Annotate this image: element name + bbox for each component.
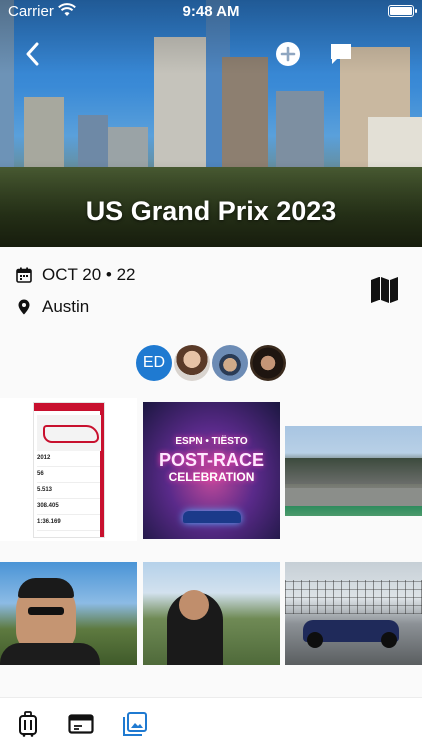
photo-text: CELEBRATION	[168, 470, 255, 484]
photo-stat: 5.513	[37, 487, 101, 499]
chat-button[interactable]	[325, 38, 357, 70]
photo-stat: 308.405	[37, 503, 101, 515]
location-row: Austin	[16, 297, 89, 317]
avatar[interactable]	[174, 345, 210, 381]
location-pin-icon	[16, 299, 32, 315]
trip-title: US Grand Prix 2023	[85, 196, 337, 226]
battery-icon	[388, 5, 414, 17]
avatar[interactable]: ED	[136, 345, 172, 381]
add-button[interactable]	[272, 38, 304, 70]
photo-stat: 2012	[37, 455, 101, 467]
back-button[interactable]	[16, 38, 48, 70]
avatar-initials: ED	[142, 354, 166, 371]
map-button[interactable]	[370, 276, 400, 304]
chevron-left-icon	[26, 42, 39, 66]
photo-stat: 1:36.169	[37, 519, 101, 531]
clock: 9:48 AM	[182, 3, 240, 20]
tab-photos[interactable]	[121, 710, 149, 738]
photo-thumbnail[interactable]	[143, 562, 280, 665]
photo-thumbnail[interactable]	[0, 562, 137, 665]
chat-bubble-icon	[331, 44, 351, 64]
trip-dates: OCT 20 • 22	[42, 265, 136, 284]
date-row: OCT 20 • 22	[16, 265, 136, 285]
status-bar: Carrier 9:48 AM	[0, 0, 422, 24]
plus-circle-icon	[276, 42, 300, 66]
photo-text: ESPN • TIËSTO	[175, 436, 248, 447]
photo-thumbnail[interactable]: ESPN • TIËSTO POST-RACE CELEBRATION	[143, 402, 280, 539]
photos-icon	[123, 712, 147, 736]
photo-stat: 56	[37, 471, 101, 483]
calendar-icon	[16, 267, 32, 283]
avatar[interactable]	[212, 345, 248, 381]
suitcase-icon	[19, 711, 37, 737]
trip-location: Austin	[42, 297, 90, 316]
battery-tip	[415, 9, 417, 13]
avatar[interactable]	[250, 345, 286, 381]
card-icon	[68, 714, 94, 734]
tab-trip[interactable]	[14, 710, 42, 738]
photo-text: POST-RACE	[158, 450, 264, 470]
photo-thumbnail[interactable]	[285, 426, 422, 516]
tab-details[interactable]	[67, 710, 95, 738]
photo-thumbnail[interactable]	[285, 562, 422, 665]
photo-thumbnail[interactable]: 2012 56 5.513 308.405 1:36.169	[0, 398, 137, 541]
tab-bar	[0, 697, 422, 750]
participants: ED	[0, 345, 422, 381]
map-icon	[371, 277, 398, 303]
